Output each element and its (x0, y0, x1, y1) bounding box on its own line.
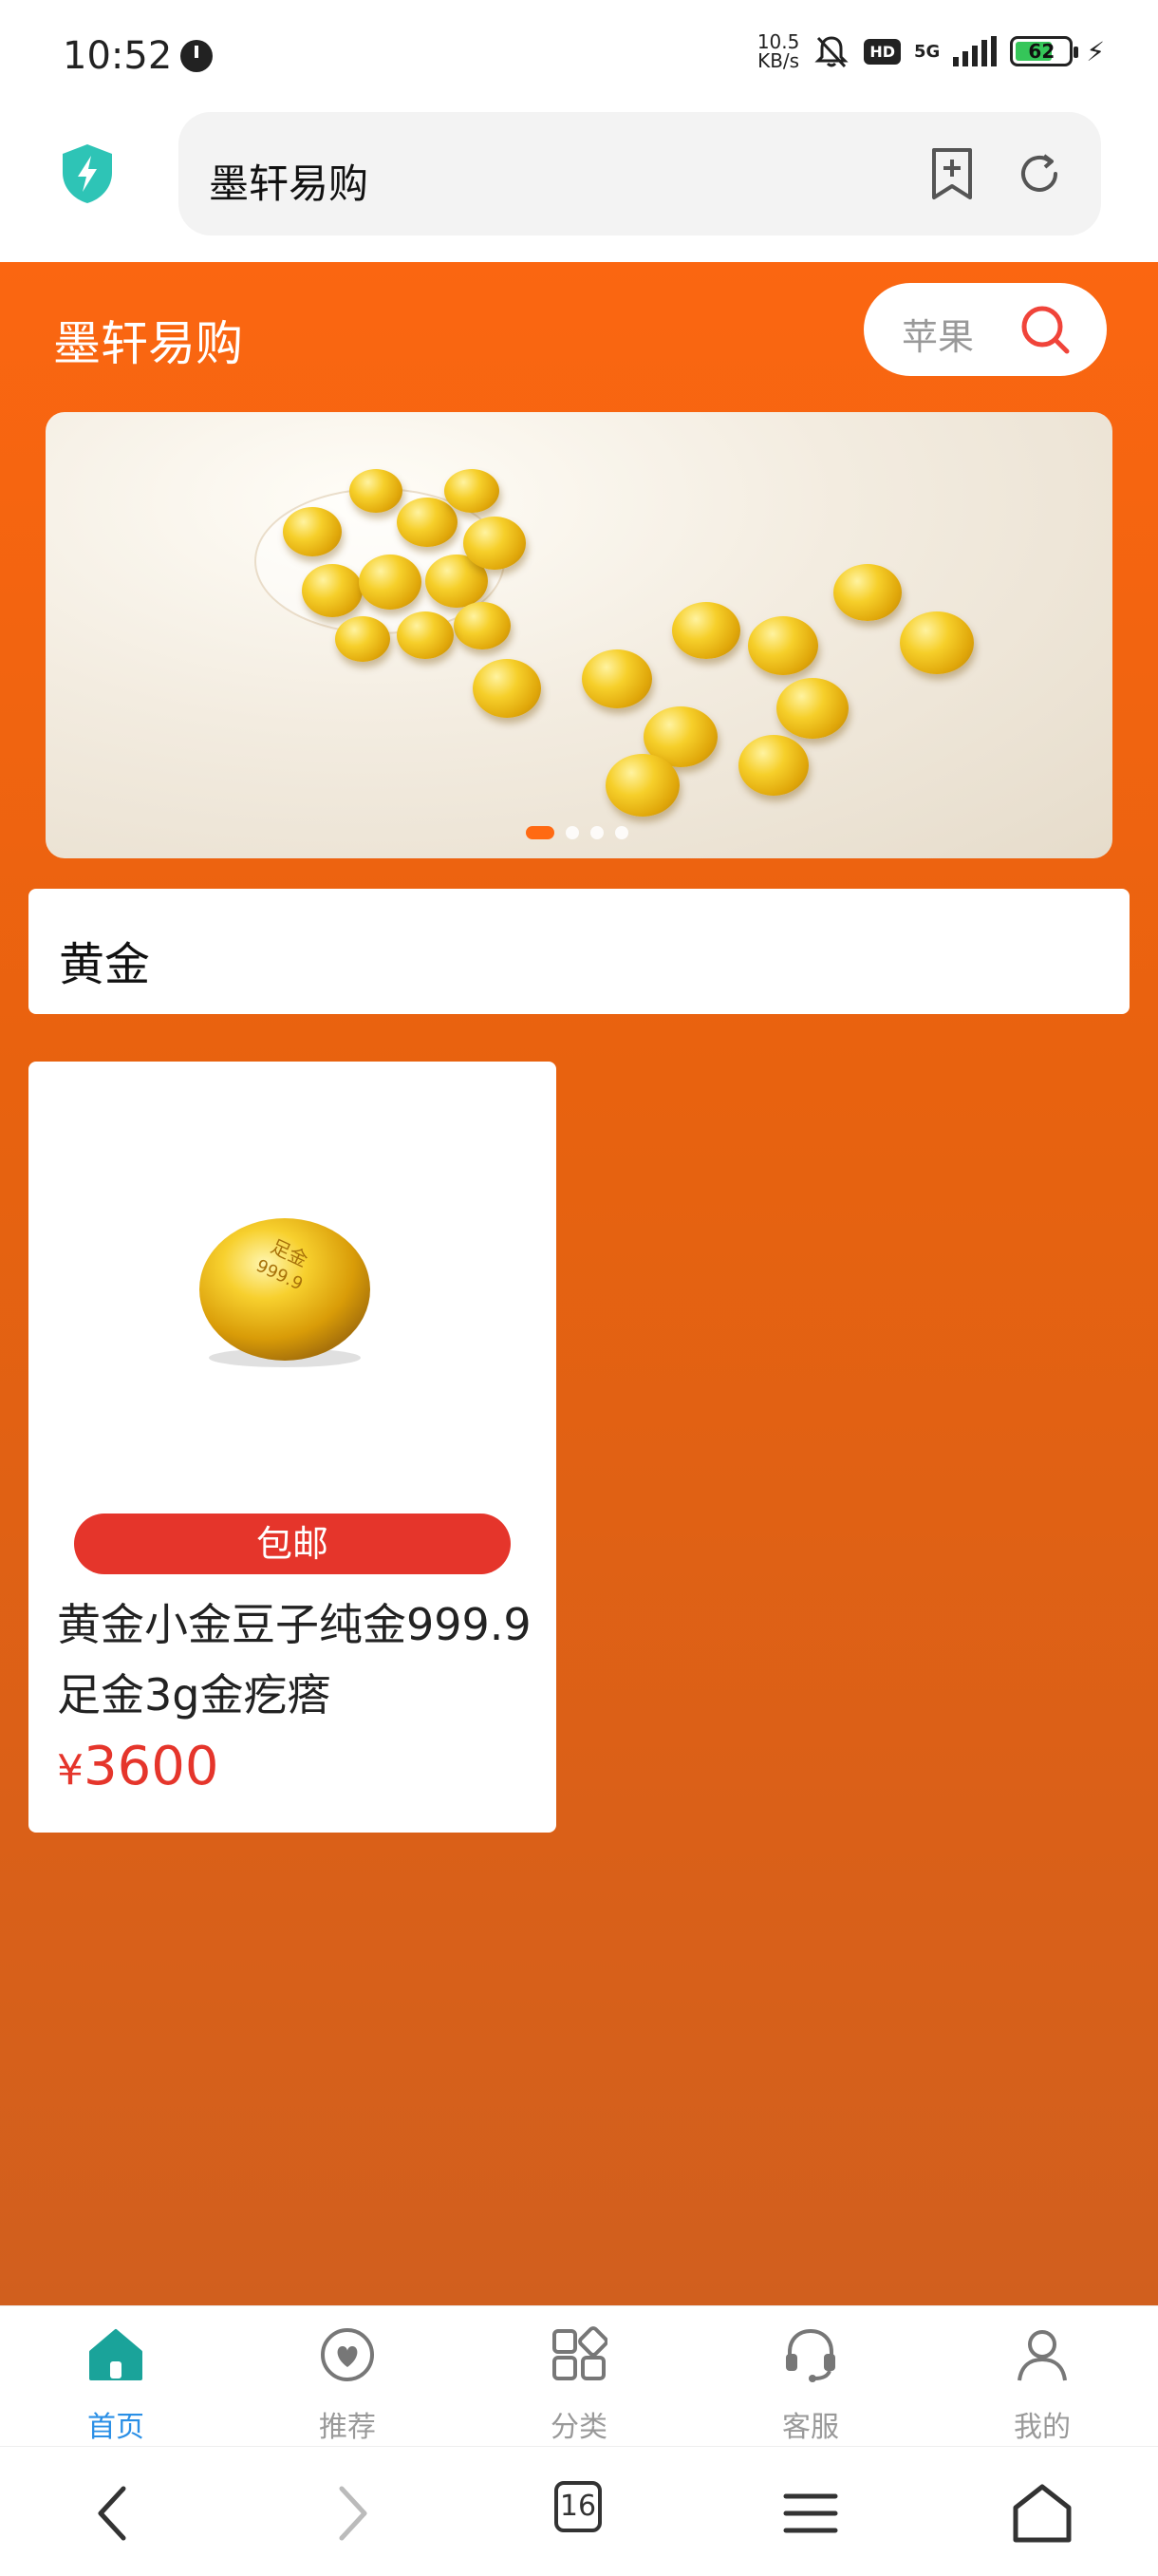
search-placeholder: 苹果 (902, 316, 975, 358)
network-speed-unit: KB/s (757, 49, 800, 72)
category-icon (552, 2326, 607, 2380)
carousel-dot-2[interactable] (566, 826, 579, 839)
carousel-dot-4[interactable] (615, 826, 628, 839)
product-title[interactable]: 黄金小金豆子纯金999.9足金3g金疙瘩 (57, 1589, 541, 1730)
product-image: 足金 999.9 (199, 1218, 370, 1367)
carousel-dot-1[interactable] (526, 826, 554, 839)
url-title: 墨轩易购 (209, 160, 369, 207)
url-field[interactable]: 墨轩易购 (178, 112, 1101, 235)
search-box[interactable]: 苹果 (864, 283, 1107, 376)
clock-app-icon (180, 40, 213, 72)
add-bookmark-icon[interactable] (928, 146, 976, 201)
network-speed: 10.5 KB/s (757, 32, 800, 70)
battery-level: 62 (1028, 40, 1055, 63)
page-content: 墨轩易购 苹果 黄金 足金 999.9 包邮 黄金小金豆子纯金999.9足金3g… (0, 262, 1158, 2305)
free-shipping-badge: 包邮 (74, 1514, 511, 1574)
browser-nav-bar: 16 (0, 2446, 1158, 2576)
tab-recommend[interactable]: 推荐 (271, 2306, 423, 2447)
battery-icon: 62 (1010, 36, 1079, 66)
reload-icon[interactable] (1014, 148, 1065, 199)
network-speed-value: 10.5 (756, 30, 800, 53)
tab-profile[interactable]: 我的 (966, 2306, 1118, 2447)
charging-icon: ⚡ (1086, 35, 1105, 67)
tab-label-category: 分类 (551, 2411, 607, 2444)
user-icon (1018, 2330, 1067, 2381)
tabs-count-button[interactable]: 16 (554, 2481, 602, 2532)
site-title: 墨轩易购 (53, 316, 243, 371)
mute-bell-icon (814, 36, 849, 68)
menu-icon[interactable] (773, 2475, 849, 2551)
heart-icon (321, 2328, 374, 2381)
home-icon (89, 2329, 142, 2380)
search-icon[interactable] (1018, 302, 1073, 357)
tab-service[interactable]: 客服 (735, 2306, 887, 2447)
forward-arrow-icon[interactable] (313, 2475, 389, 2551)
tab-label-recommend: 推荐 (319, 2411, 376, 2444)
browser-address-bar: 墨轩易购 (0, 112, 1158, 262)
carousel-indicators (526, 826, 628, 839)
tab-label-home: 首页 (87, 2411, 144, 2444)
home-page-icon[interactable] (1004, 2475, 1080, 2551)
status-time: 10:52 (63, 34, 173, 78)
price-currency: ¥ (57, 1746, 84, 1795)
signal-icon (953, 36, 998, 66)
hd-badge: HD (864, 38, 902, 65)
back-arrow-icon[interactable] (76, 2475, 152, 2551)
category-header[interactable]: 黄金 (28, 889, 1130, 1014)
banner-carousel[interactable] (46, 412, 1112, 858)
tab-label-service: 客服 (782, 2411, 839, 2444)
status-bar: 10:52 10.5 KB/s HD 5G 62 ⚡ (0, 0, 1158, 112)
tab-home[interactable]: 首页 (40, 2306, 192, 2447)
network-type: 5G (914, 41, 941, 62)
tab-category[interactable]: 分类 (503, 2306, 655, 2447)
tab-label-profile: 我的 (1014, 2411, 1071, 2444)
status-indicators: 10.5 KB/s HD 5G 62 ⚡ (757, 32, 1105, 70)
category-label: 黄金 (59, 938, 151, 991)
product-price: ¥3600 (57, 1736, 219, 1797)
price-value: 3600 (84, 1736, 219, 1797)
product-card[interactable]: 足金 999.9 包邮 黄金小金豆子纯金999.9足金3g金疙瘩 ¥3600 (28, 1062, 556, 1833)
headset-icon (786, 2328, 835, 2382)
shield-icon[interactable] (59, 142, 116, 205)
bottom-tab-bar: 首页 推荐 分类 客服 我的 (0, 2305, 1158, 2447)
carousel-dot-3[interactable] (590, 826, 604, 839)
